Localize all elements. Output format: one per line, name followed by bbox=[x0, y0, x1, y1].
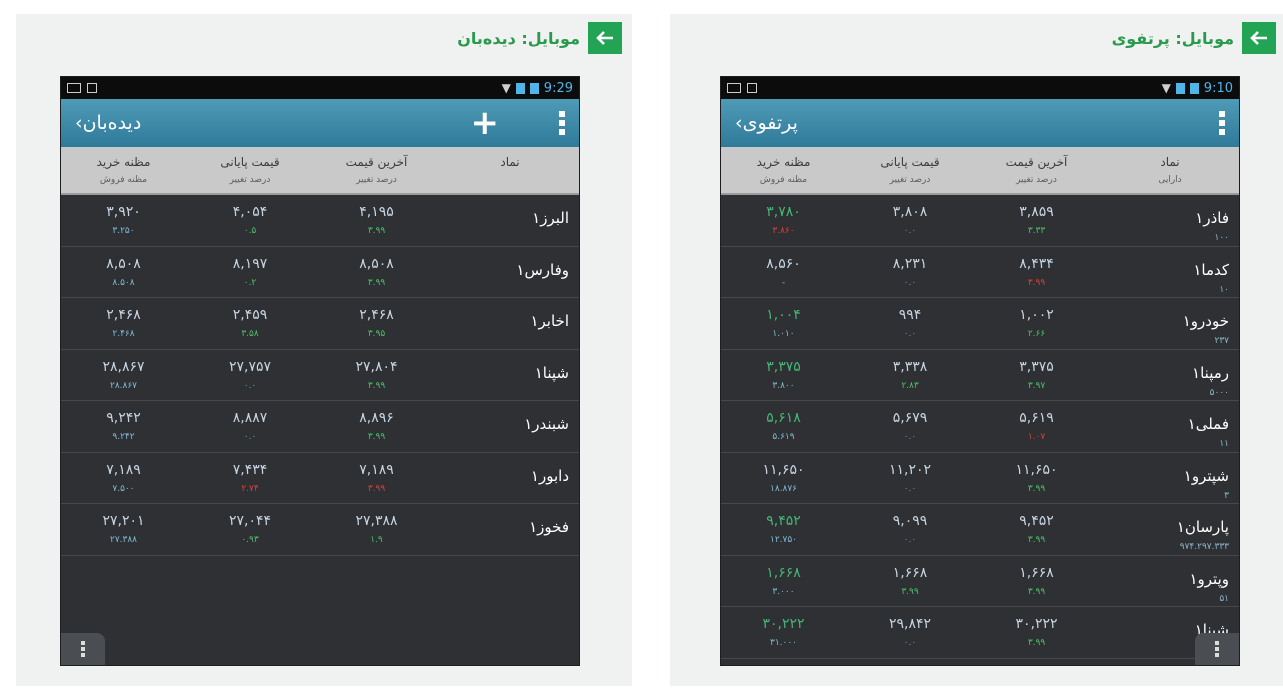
table-row[interactable]: ۱,۶۶۸ ۳.۰۰۰ ۱,۶۶۸ ۳.۹۹ ۱,۶۶۸ ۳.۹۹ وپترو۱ ۵۱ bbox=[721, 556, 1239, 607]
vertical-dots-icon[interactable] bbox=[559, 111, 565, 135]
table-row[interactable]: ۱,۰۰۴ ۱.۰۱۰ ۹۹۴ ۰.۰ ۱,۰۰۲ ۲.۶۶ خودرو۱ ۲۳۷ bbox=[721, 298, 1239, 350]
table-row[interactable]: ۷,۱۸۹ ۷.۵۰۰ ۷,۴۳۴ ۲.۷۴ ۷,۱۸۹ ۳.۹۹ دابور۱ bbox=[61, 453, 579, 504]
header-symbol[interactable]: نماد bbox=[439, 147, 579, 193]
portfolio-panel: موبایل: پرتفوی ▼ 9:10 پرتفوی› مظنه خرید م… bbox=[670, 14, 1283, 686]
table-header: مظنه خرید مظنه فروش قیمت پایانی درصد تغییر… bbox=[721, 147, 1239, 195]
table-header: مظنه خرید مظنه فروش قیمت پایانی درصد تغییر… bbox=[61, 147, 579, 195]
symbol-label: شپنا۱ bbox=[534, 363, 569, 382]
watchlist-caption: موبایل: دیده‌بان bbox=[457, 22, 622, 54]
battery-icon bbox=[529, 82, 539, 94]
holding-qty: ۳ bbox=[1224, 490, 1229, 501]
overflow-menu-icon[interactable] bbox=[1195, 633, 1239, 665]
symbol-label: وپترو۱ bbox=[1189, 569, 1229, 588]
plus-icon[interactable]: + bbox=[471, 106, 500, 140]
table-row[interactable]: ۸,۵۰۸ ۸.۵۰۸ ۸,۱۹۷ ۰.۲ ۸,۵۰۸ ۳.۹۹ وفارس۱ bbox=[61, 247, 579, 298]
status-time: 9:29 bbox=[543, 80, 573, 96]
signal-icon bbox=[515, 82, 525, 94]
app-bar: پرتفوی› bbox=[721, 99, 1239, 147]
wifi-icon: ▼ bbox=[501, 81, 511, 95]
notification-icon bbox=[67, 83, 81, 93]
symbol-label: شپترو۱ bbox=[1183, 466, 1229, 485]
symbol-label: رمپنا۱ bbox=[1192, 363, 1229, 382]
portfolio-rows: ۳,۷۸۰ ۳.۸۶۰ ۳,۸۰۸ ۰.۰ ۳,۸۵۹ ۳.۳۳ فاذر۱ ۱۰۰ ۸… bbox=[721, 195, 1239, 659]
table-row[interactable]: ۸,۵۶۰- ۸,۲۳۱ ۰.۰ ۸,۴۳۴ ۳.۹۹ کدما۱ ۱۰ bbox=[721, 247, 1239, 298]
holding-qty: ۲۳۷ bbox=[1214, 336, 1229, 346]
phone-screen: ▼ 9:29 دیده‌بان› + مظنه خرید مظنه فروش قی… bbox=[60, 76, 580, 666]
page-title[interactable]: پرتفوی› bbox=[735, 112, 798, 134]
table-row[interactable]: ۳,۷۸۰ ۳.۸۶۰ ۳,۸۰۸ ۰.۰ ۳,۸۵۹ ۳.۳۳ فاذر۱ ۱۰۰ bbox=[721, 195, 1239, 247]
watchlist-panel: موبایل: دیده‌بان ▼ 9:29 دیده‌بان› + مظنه… bbox=[16, 14, 632, 686]
arrow-left-icon bbox=[1242, 22, 1276, 54]
status-bar: ▼ 9:29 bbox=[61, 77, 579, 99]
table-row[interactable]: ۱۱,۶۵۰ ۱۸.۸۷۶ ۱۱,۲۰۲ ۰.۰ ۱۱,۶۵۰ ۳.۹۹ شپترو۱… bbox=[721, 453, 1239, 504]
header-close[interactable]: قیمت پایانی درصد تغییر bbox=[186, 147, 314, 193]
table-row[interactable]: ۵,۶۱۸ ۵.۶۱۹ ۵,۶۷۹ ۰.۰ ۵,۶۱۹ ۱.۰۷ فملی۱ ۱۱ bbox=[721, 401, 1239, 453]
table-row[interactable]: ۳,۳۷۵ ۳.۸۰۰ ۳,۳۳۸ ۲.۸۳ ۳,۳۷۵ ۳.۹۷ رمپنا۱ ۵۰۰… bbox=[721, 350, 1239, 401]
header-close[interactable]: قیمت پایانی درصد تغییر bbox=[846, 147, 974, 193]
symbol-label: دابور۱ bbox=[530, 466, 569, 485]
vertical-dots-icon[interactable] bbox=[1219, 111, 1225, 135]
header-bid[interactable]: مظنه خرید مظنه فروش bbox=[721, 147, 846, 193]
symbol-label: کدما۱ bbox=[1193, 260, 1229, 279]
notification-icon bbox=[87, 83, 97, 93]
symbol-label: خودرو۱ bbox=[1182, 312, 1229, 330]
holding-qty: ۵۰۰۰ bbox=[1209, 387, 1229, 398]
wifi-icon: ▼ bbox=[1161, 81, 1171, 95]
caption-text: موبایل: پرتفوی bbox=[1111, 28, 1234, 48]
table-row[interactable]: ۳۰,۲۲۲۳۱.۰۰۰ ۲۹,۸۴۲۰.۰ ۳۰,۲۲۲۳.۹۹ شپنا۱۱… bbox=[721, 607, 1239, 659]
holding-qty: ۹۷۴.۲۹۷.۳۳۳ bbox=[1179, 542, 1229, 552]
symbol-label: پارسان۱ bbox=[1176, 518, 1229, 536]
page-title[interactable]: دیده‌بان› bbox=[75, 112, 141, 134]
symbol-label: فملی۱ bbox=[1187, 415, 1229, 433]
signal-icon bbox=[1175, 82, 1185, 94]
status-bar: ▼ 9:10 bbox=[721, 77, 1239, 99]
table-row[interactable]: ۲۷,۲۰۱ ۲۷.۳۸۸ ۲۷,۰۴۴ ۰.۹۳ ۲۷,۳۸۸ ۱.۹ فخوز۱ bbox=[61, 504, 579, 556]
table-row[interactable]: ۳,۹۲۰ ۳.۲۵۰ ۴,۰۵۴ ۰.۵ ۴,۱۹۵ ۳.۹۹ البرز۱ bbox=[61, 195, 579, 247]
phone-screen: ▼ 9:10 پرتفوی› مظنه خرید مظنه فروش قیمت پ… bbox=[720, 76, 1240, 666]
header-last[interactable]: آخرین قیمت درصد تغییر bbox=[314, 147, 439, 193]
symbol-label: اخابر۱ bbox=[530, 312, 569, 330]
arrow-left-icon bbox=[588, 22, 622, 54]
caption-text: موبایل: دیده‌بان bbox=[457, 28, 580, 48]
holding-qty: ۱۱ bbox=[1219, 439, 1229, 449]
symbol-label: فاذر۱ bbox=[1195, 209, 1229, 227]
holding-qty: ۵۱ bbox=[1219, 593, 1229, 604]
holding-qty: ۱۰۰ bbox=[1214, 233, 1229, 243]
header-symbol[interactable]: نماد دارایی bbox=[1099, 147, 1239, 193]
header-bid[interactable]: مظنه خرید مظنه فروش bbox=[61, 147, 186, 193]
overflow-menu-icon[interactable] bbox=[61, 633, 105, 665]
table-row[interactable]: ۲۸,۸۶۷ ۲۸.۸۶۷ ۲۷,۷۵۷ ۰.۰ ۲۷,۸۰۴ ۳.۹۹ شپنا۱ bbox=[61, 350, 579, 401]
notification-icon bbox=[727, 83, 741, 93]
symbol-label: شبندر۱ bbox=[524, 415, 569, 433]
status-time: 9:10 bbox=[1203, 80, 1233, 96]
notification-icon bbox=[747, 83, 757, 93]
table-row[interactable]: ۹,۲۴۲ ۹.۲۴۲ ۸,۸۸۷ ۰.۰ ۸,۸۹۶ ۳.۹۹ شبندر۱ bbox=[61, 401, 579, 453]
portfolio-caption: موبایل: پرتفوی bbox=[1112, 22, 1276, 54]
holding-qty: ۱۰ bbox=[1219, 284, 1229, 295]
watchlist-rows: ۳,۹۲۰ ۳.۲۵۰ ۴,۰۵۴ ۰.۵ ۴,۱۹۵ ۳.۹۹ البرز۱ ۸,۵… bbox=[61, 195, 579, 556]
symbol-label: البرز۱ bbox=[532, 209, 569, 227]
battery-icon bbox=[1189, 82, 1199, 94]
table-row[interactable]: ۲,۴۶۸ ۲.۴۶۸ ۲,۴۵۹ ۳.۵۸ ۲,۴۶۸ ۳.۹۵ اخابر۱ bbox=[61, 298, 579, 350]
symbol-label: فخوز۱ bbox=[529, 518, 569, 536]
header-last[interactable]: آخرین قیمت درصد تغییر bbox=[974, 147, 1099, 193]
table-row[interactable]: ۹,۴۵۲ ۱۲.۷۵۰ ۹,۰۹۹ ۰.۰ ۹,۴۵۲ ۳.۹۹ پارسان۱ ۹۷… bbox=[721, 504, 1239, 556]
symbol-label: وفارس۱ bbox=[516, 260, 569, 279]
app-bar: دیده‌بان› + bbox=[61, 99, 579, 147]
